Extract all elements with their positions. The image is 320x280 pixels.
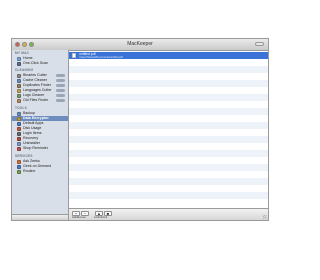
toolbar-toggle-button[interactable] (255, 42, 264, 46)
table-row[interactable] (69, 115, 268, 122)
ask-icon (17, 159, 21, 164)
status-badge (56, 89, 65, 92)
status-badge (56, 99, 65, 102)
sidebar-section-services: SERVICES (15, 154, 33, 158)
table-row[interactable] (69, 108, 268, 115)
table-row[interactable] (69, 87, 268, 94)
bottom-toolbar: + − ▲ ■ Add/Remove Lock/Unlock (69, 208, 268, 220)
old-files-icon (17, 98, 21, 103)
table-row[interactable] (69, 122, 268, 129)
scan-icon (17, 61, 21, 66)
sidebar-item-label: Old Files Finder (23, 98, 49, 102)
table-row[interactable] (69, 185, 268, 192)
home-icon (17, 56, 21, 61)
backup-icon (17, 111, 21, 116)
table-row[interactable] (69, 178, 268, 185)
disk-usage-icon (17, 126, 21, 131)
recovery-icon (17, 136, 21, 141)
table-row[interactable] (69, 192, 268, 199)
broom-icon (17, 78, 21, 83)
sidebar-item-label: Shop Reminder (23, 146, 48, 150)
status-badge (56, 94, 65, 97)
sidebar-section-my-mac: MY MAC (15, 51, 30, 55)
table-row[interactable] (69, 143, 268, 150)
table-row[interactable] (69, 136, 268, 143)
sidebar-bottom-bar (12, 214, 68, 220)
shop-reminder-icon (17, 146, 21, 151)
duplicates-icon (17, 83, 21, 88)
encrypted-files-list: untitled.pdf /Users/Shared/Documents/unt… (69, 50, 268, 208)
sidebar-item-one-click-scan[interactable]: One-Click Scan (12, 61, 68, 66)
logs-icon (17, 93, 21, 98)
app-window: MacKeeper MY MAC Home One-Click Scan CLE… (11, 38, 269, 221)
sidebar-item-shop-reminder[interactable]: Shop Reminder (12, 146, 68, 151)
table-row[interactable] (69, 150, 268, 157)
table-row[interactable] (69, 129, 268, 136)
geek-icon (17, 164, 21, 169)
sidebar-item-label: One-Click Scan (23, 61, 48, 65)
table-row[interactable] (69, 80, 268, 87)
table-row[interactable] (69, 101, 268, 108)
table-row[interactable] (69, 199, 268, 206)
status-badge (56, 74, 65, 77)
encryptor-icon (17, 116, 21, 121)
table-row[interactable] (69, 73, 268, 80)
status-badge (56, 79, 65, 82)
default-apps-icon (17, 121, 21, 126)
cutter-icon (17, 73, 21, 78)
table-row[interactable] (69, 59, 268, 66)
add-remove-caption: Add/Remove (72, 216, 86, 219)
sidebar-section-tools: TOOLS (15, 106, 27, 110)
table-row[interactable] (69, 171, 268, 178)
login-items-icon (17, 131, 21, 136)
sidebar-section-cleaning: CLEANING (15, 68, 34, 72)
languages-icon (17, 88, 21, 93)
routine-icon (17, 169, 21, 174)
table-row[interactable] (69, 157, 268, 164)
document-icon (72, 53, 76, 58)
table-row[interactable] (69, 94, 268, 101)
resize-grip-icon[interactable] (263, 215, 267, 219)
file-row-selected[interactable]: untitled.pdf /Users/Shared/Documents/unt… (69, 52, 268, 59)
sidebar: MY MAC Home One-Click Scan CLEANING Bina… (12, 50, 69, 220)
sidebar-item-label: Routine (23, 169, 36, 173)
window-title: MacKeeper (127, 41, 153, 47)
sidebar-item-routine[interactable]: Routine (12, 169, 68, 174)
uninstaller-icon (17, 141, 21, 146)
table-row[interactable] (69, 66, 268, 73)
status-badge (56, 84, 65, 87)
sidebar-item-old-files-finder[interactable]: Old Files Finder (12, 98, 68, 103)
table-row[interactable] (69, 164, 268, 171)
lock-unlock-caption: Lock/Unlock (94, 216, 108, 219)
